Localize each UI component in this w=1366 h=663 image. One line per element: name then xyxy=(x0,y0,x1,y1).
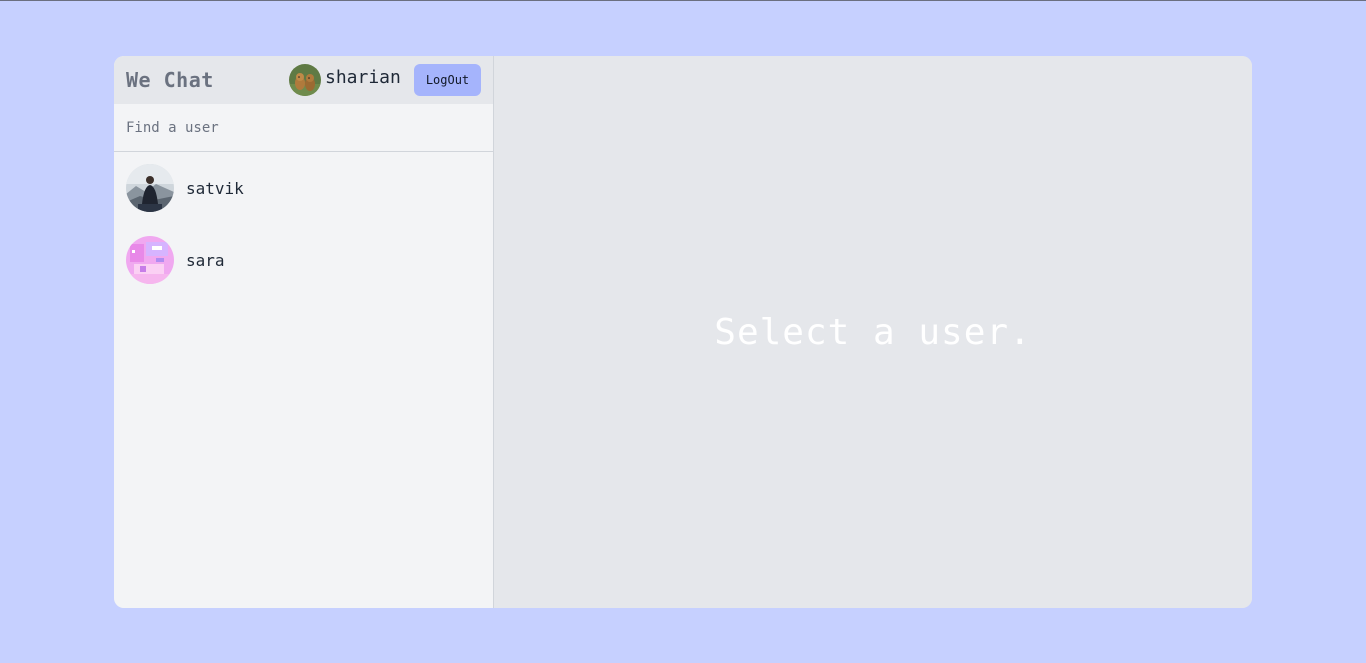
top-border xyxy=(0,0,1366,1)
chat-panel: Select a user. xyxy=(494,56,1252,608)
select-user-placeholder: Select a user. xyxy=(714,311,1032,353)
user-avatar xyxy=(126,236,174,284)
logout-button[interactable]: LogOut xyxy=(414,64,481,96)
search-input[interactable] xyxy=(114,104,493,151)
user-item-satvik[interactable]: satvik xyxy=(114,164,493,212)
dogs-avatar-image xyxy=(289,64,321,96)
user-list: satvik sara xyxy=(114,152,493,308)
pink-abstract-avatar-image xyxy=(126,236,174,284)
user-item-sara[interactable]: sara xyxy=(114,236,493,284)
sidebar: We Chat sharian LogOut Find a user satvi… xyxy=(114,56,494,608)
user-avatar xyxy=(126,164,174,212)
app-title: We Chat xyxy=(126,68,214,92)
chat-app: We Chat sharian LogOut Find a user satvi… xyxy=(114,56,1252,608)
search-bar xyxy=(114,104,493,152)
current-user: sharian xyxy=(289,64,401,96)
mountain-person-avatar-image xyxy=(126,164,174,212)
current-user-name: sharian xyxy=(325,66,401,88)
current-user-avatar xyxy=(289,64,321,96)
user-name: sara xyxy=(186,250,225,270)
user-name: satvik xyxy=(186,178,244,198)
sidebar-header: We Chat sharian LogOut xyxy=(114,56,493,104)
